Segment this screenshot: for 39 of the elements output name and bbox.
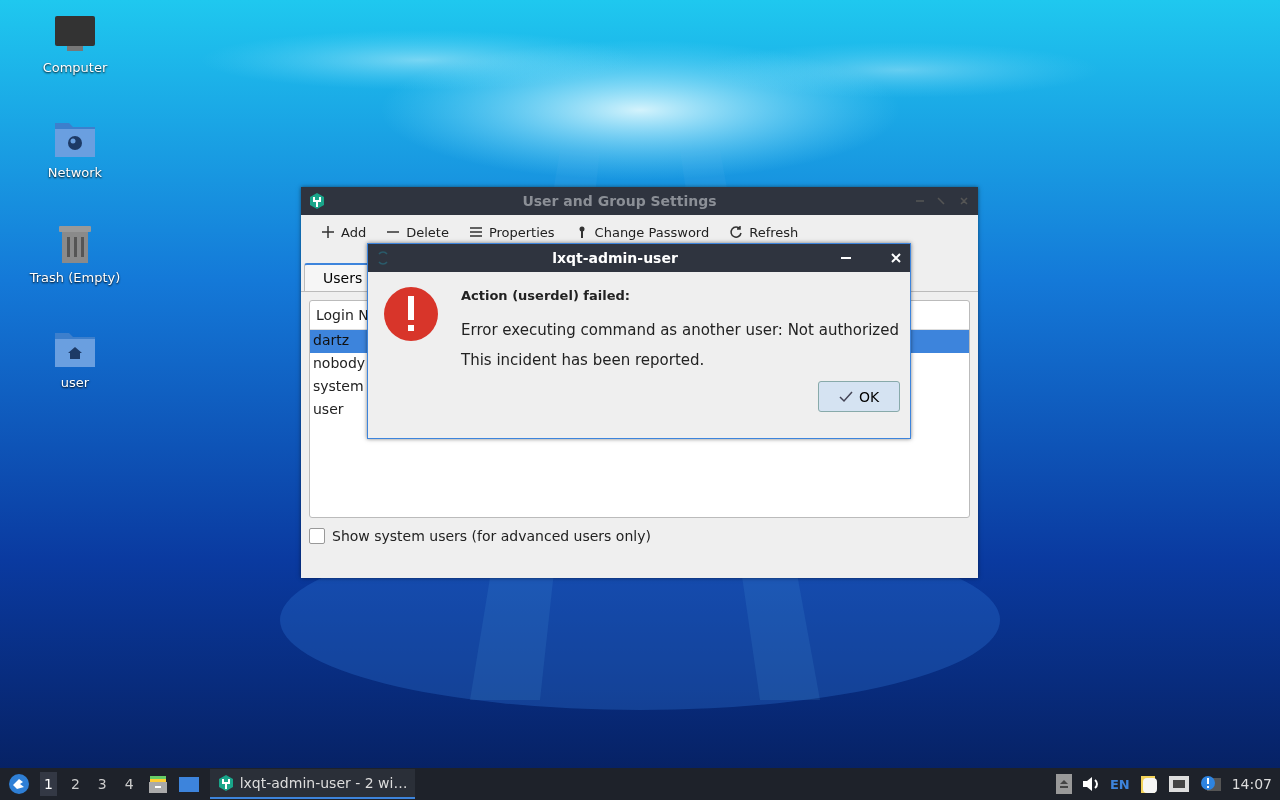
app-icon [217, 774, 234, 792]
monitor-icon[interactable] [53, 14, 97, 54]
list-icon [468, 225, 483, 239]
dialog-heading: Action (userdel) failed: [461, 288, 632, 303]
keyboard-layout-indicator[interactable]: EN [1109, 776, 1130, 792]
workspace-button[interactable]: 4 [120, 772, 138, 796]
taskbar-window-button[interactable]: lxqt-admin-user - 2 wi… [209, 769, 416, 799]
desktop-icon-label[interactable]: Trash (Empty) [29, 270, 121, 285]
workspace-button[interactable]: 1 [40, 772, 57, 796]
toolbar-button[interactable]: Delete [380, 223, 457, 247]
toolbar-button[interactable]: Refresh [723, 223, 807, 247]
clipboard-icon[interactable] [1139, 774, 1158, 794]
window-title: User and Group Settings [521, 193, 718, 209]
workspace-button[interactable]: 3 [93, 772, 111, 796]
dialog-note: This incident has been reported. [461, 351, 706, 369]
error-message: Error executing command as another user: Not authorized [461, 321, 900, 339]
volume-icon[interactable] [1081, 776, 1100, 792]
eject-icon[interactable] [1055, 774, 1072, 794]
app-icon [309, 192, 325, 210]
toolbar-button[interactable]: Properties [462, 223, 563, 247]
desktop-icon-label[interactable]: user [60, 375, 90, 390]
check-icon [838, 390, 853, 403]
start-menu-icon[interactable] [8, 773, 30, 795]
desktop-icon[interactable] [177, 775, 200, 793]
network-icon[interactable] [1167, 775, 1190, 793]
close-icon[interactable] [890, 252, 902, 264]
error-icon [383, 286, 439, 342]
checkbox-label[interactable]: Show system users (for advanced users only) [332, 528, 651, 544]
workspace-button[interactable]: 2 [66, 772, 84, 796]
window-title: lxqt-admin-user [551, 250, 679, 266]
toolbar-button[interactable]: Add [315, 223, 375, 247]
file-cabinet-icon[interactable] [147, 774, 168, 794]
notification-icon[interactable] [1199, 775, 1222, 793]
plus-icon [321, 225, 335, 239]
ok-button[interactable]: OK [818, 381, 900, 412]
refresh-icon [729, 225, 744, 239]
clock[interactable]: 14:07 [1231, 776, 1272, 792]
checkbox[interactable] [309, 528, 325, 544]
app-icon [376, 251, 390, 265]
